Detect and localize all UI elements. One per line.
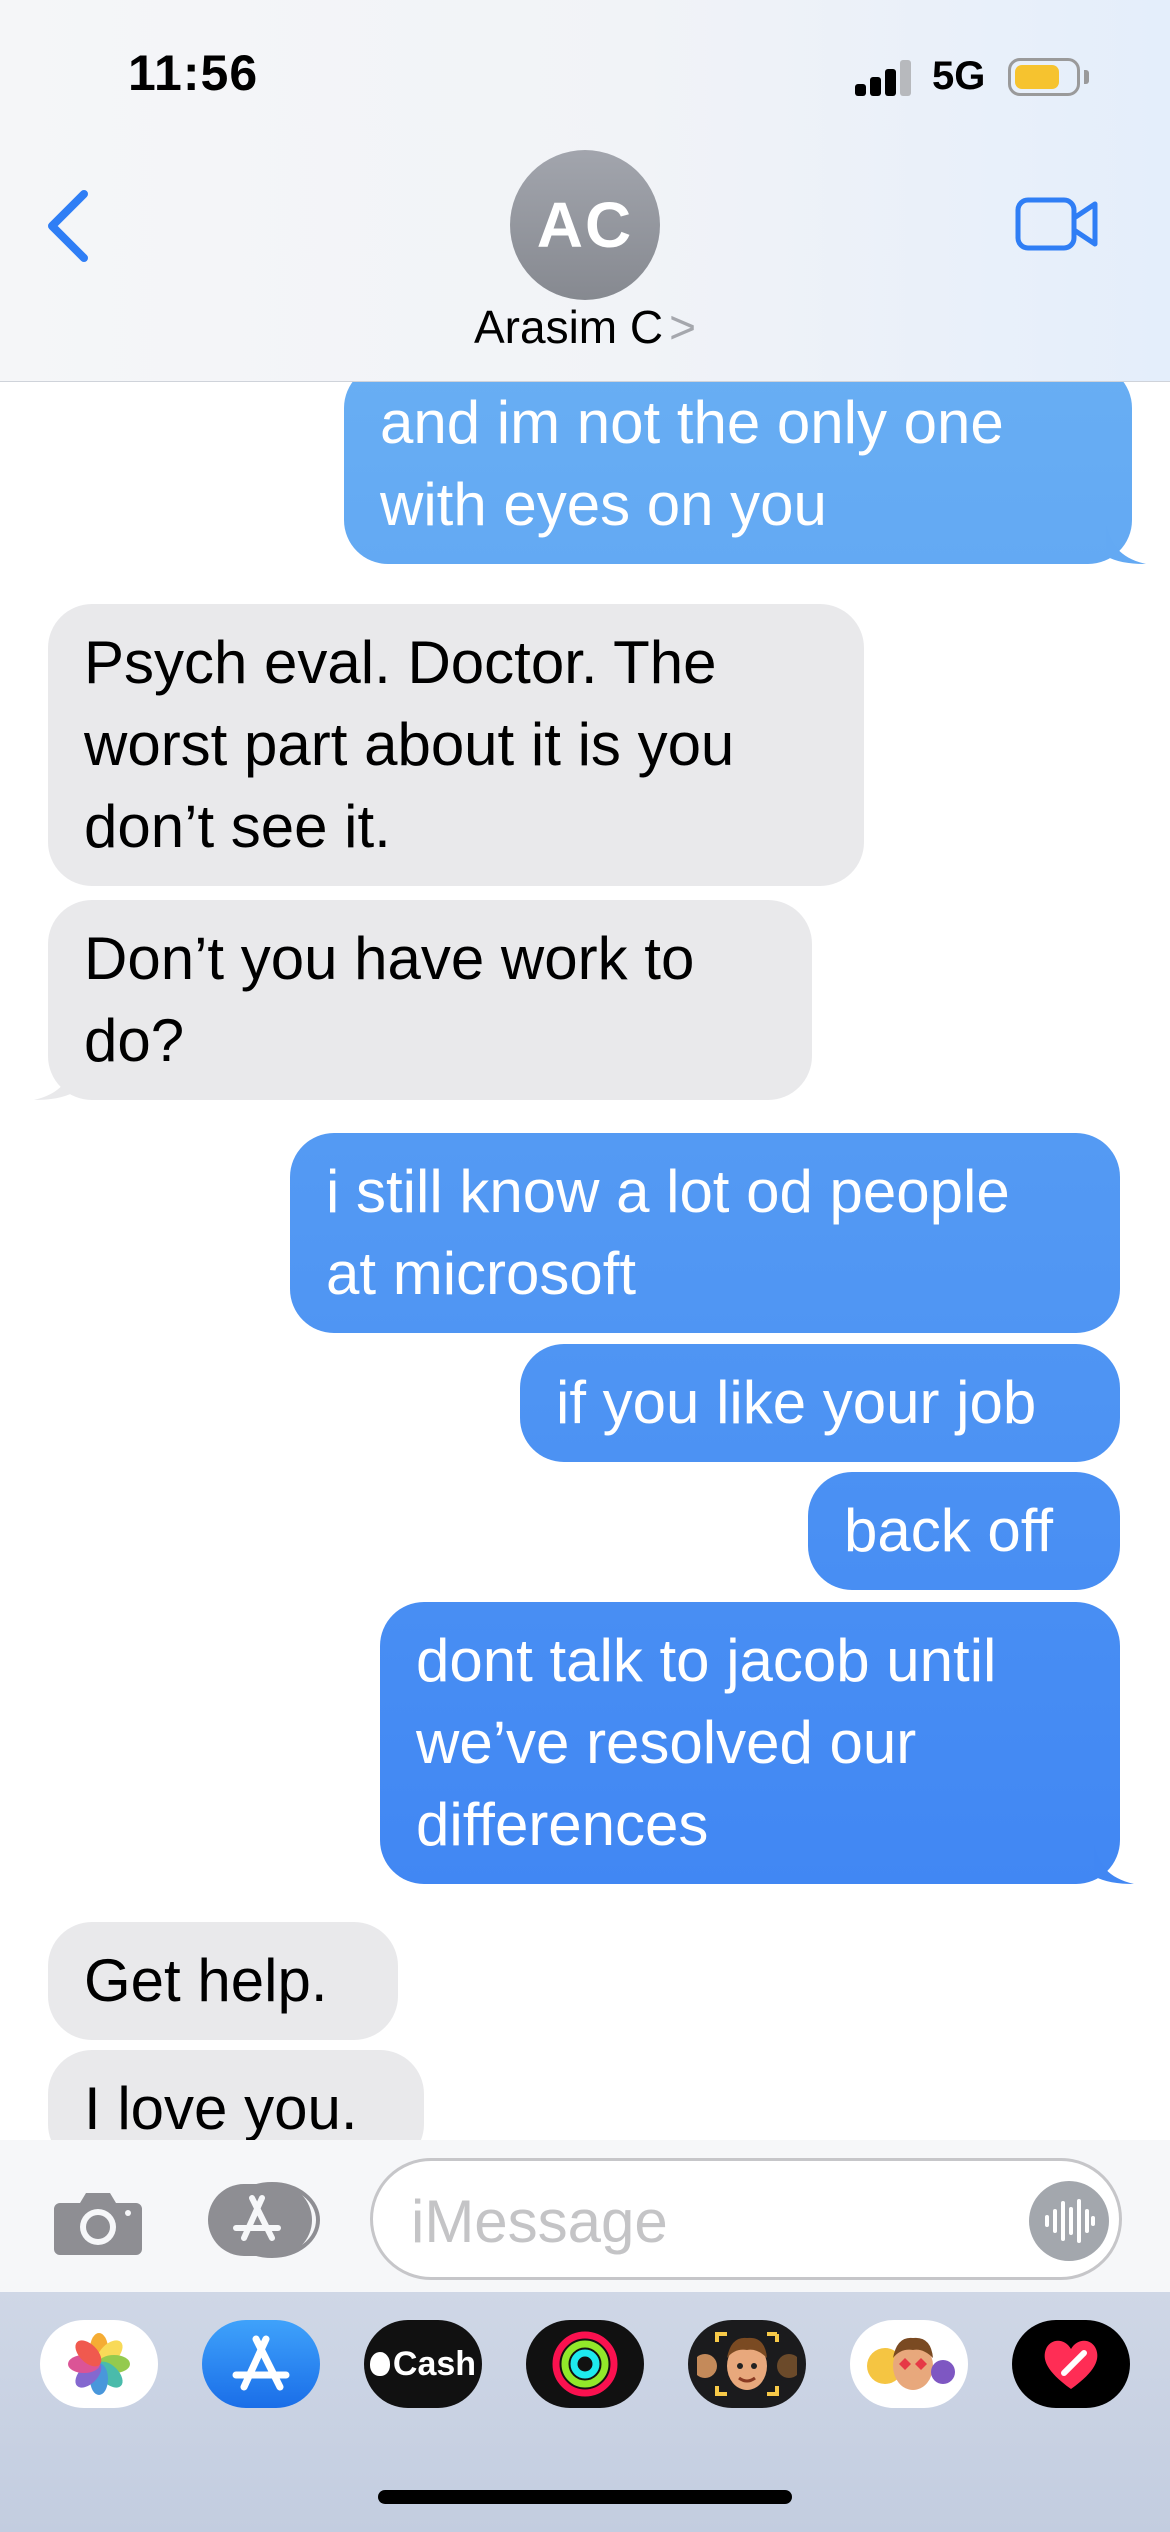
audio-waveform-icon	[1045, 2199, 1095, 2243]
photos-app-icon	[68, 2333, 130, 2395]
photos-app-button[interactable]	[40, 2320, 158, 2408]
message-text: if you like your job	[556, 1369, 1037, 1436]
contact-name-button[interactable]: Arasim C >	[0, 300, 1170, 354]
memoji-stickers-app-button[interactable]	[850, 2320, 968, 2408]
cellular-signal-icon	[855, 60, 915, 96]
status-time: 11:56	[128, 45, 259, 101]
back-button[interactable]	[40, 186, 100, 266]
apple-cash-app-button[interactable]: Cash	[364, 2320, 482, 2408]
message-text: we’ve resolved our	[416, 1709, 917, 1776]
message-text: worst part about it is you	[84, 711, 735, 778]
memoji-app-button[interactable]	[688, 2320, 806, 2408]
message-text: do?	[84, 1007, 185, 1074]
sent-message-bubble[interactable]: i still know a lot od people at microsoft	[290, 1133, 1120, 1333]
sent-message-bubble[interactable]: back off	[808, 1472, 1120, 1590]
digital-touch-app-icon	[1044, 2340, 1098, 2389]
app-store-app-icon	[232, 2335, 290, 2391]
message-text: i still know a lot od people	[326, 1158, 1010, 1225]
received-message-bubble[interactable]: I love you.	[48, 2050, 424, 2140]
audio-message-button[interactable]	[1029, 2181, 1109, 2261]
sent-message-bubble[interactable]: dont talk to jacob until we’ve resolved o…	[380, 1602, 1120, 1884]
battery-icon	[1008, 58, 1080, 96]
camera-icon	[54, 2193, 142, 2255]
fitness-activity-app-icon	[552, 2331, 618, 2397]
fitness-app-button[interactable]	[526, 2320, 644, 2408]
battery-level	[1015, 65, 1059, 89]
received-message-bubble[interactable]: Get help.	[48, 1922, 398, 2040]
message-text: at microsoft	[326, 1240, 637, 1307]
contact-avatar[interactable]: AC	[510, 150, 660, 300]
home-indicator[interactable]	[378, 2490, 792, 2504]
video-camera-icon	[1015, 197, 1098, 251]
video-call-button[interactable]	[1015, 196, 1099, 252]
message-text: Get help.	[84, 1947, 328, 2014]
message-text: and im not the only one	[380, 389, 1004, 456]
memoji-app-icon	[697, 2332, 797, 2396]
message-input-placeholder: iMessage	[411, 2188, 668, 2255]
message-text: Don’t you have work to	[84, 925, 695, 992]
message-text: I love you.	[84, 2075, 358, 2140]
sent-message-bubble[interactable]: and im not the only one with eyes on you	[344, 382, 1132, 564]
message-text: back off	[844, 1497, 1054, 1564]
message-text: don’t see it.	[84, 793, 391, 860]
message-list[interactable]: and im not the only one with eyes on you P…	[0, 382, 1170, 2140]
conversation-header: 11:56 5G AC Arasim C >	[0, 0, 1170, 382]
received-message-bubble[interactable]: Psych eval. Doctor. The worst part about …	[48, 604, 864, 886]
memoji-stickers-app-icon	[867, 2337, 955, 2390]
app-store-app-button[interactable]	[202, 2320, 320, 2408]
camera-button[interactable]	[52, 2187, 144, 2257]
message-input[interactable]: iMessage	[370, 2158, 1122, 2280]
apple-logo-icon	[369, 2352, 390, 2376]
bubble-tail	[1094, 1844, 1134, 1884]
message-text: Psych eval. Doctor. The	[84, 629, 717, 696]
apps-button[interactable]	[206, 2180, 324, 2260]
network-type: 5G	[932, 54, 986, 98]
battery-cap	[1084, 70, 1089, 84]
sent-message-bubble[interactable]: if you like your job	[520, 1344, 1120, 1462]
message-text: with eyes on you	[380, 471, 827, 538]
app-store-icon	[208, 2182, 320, 2258]
chevron-left-icon	[48, 190, 88, 262]
received-message-bubble[interactable]: Don’t you have work to do?	[48, 900, 812, 1100]
bubble-tail	[1106, 524, 1146, 564]
message-text: dont talk to jacob until	[416, 1627, 997, 1694]
chevron-right-icon: >	[669, 301, 696, 353]
apple-cash-label: Cash	[392, 2344, 477, 2383]
message-text: differences	[416, 1791, 709, 1858]
contact-name: Arasim C	[474, 301, 664, 353]
digital-touch-app-button[interactable]	[1012, 2320, 1130, 2408]
bubble-tail	[34, 1060, 74, 1100]
